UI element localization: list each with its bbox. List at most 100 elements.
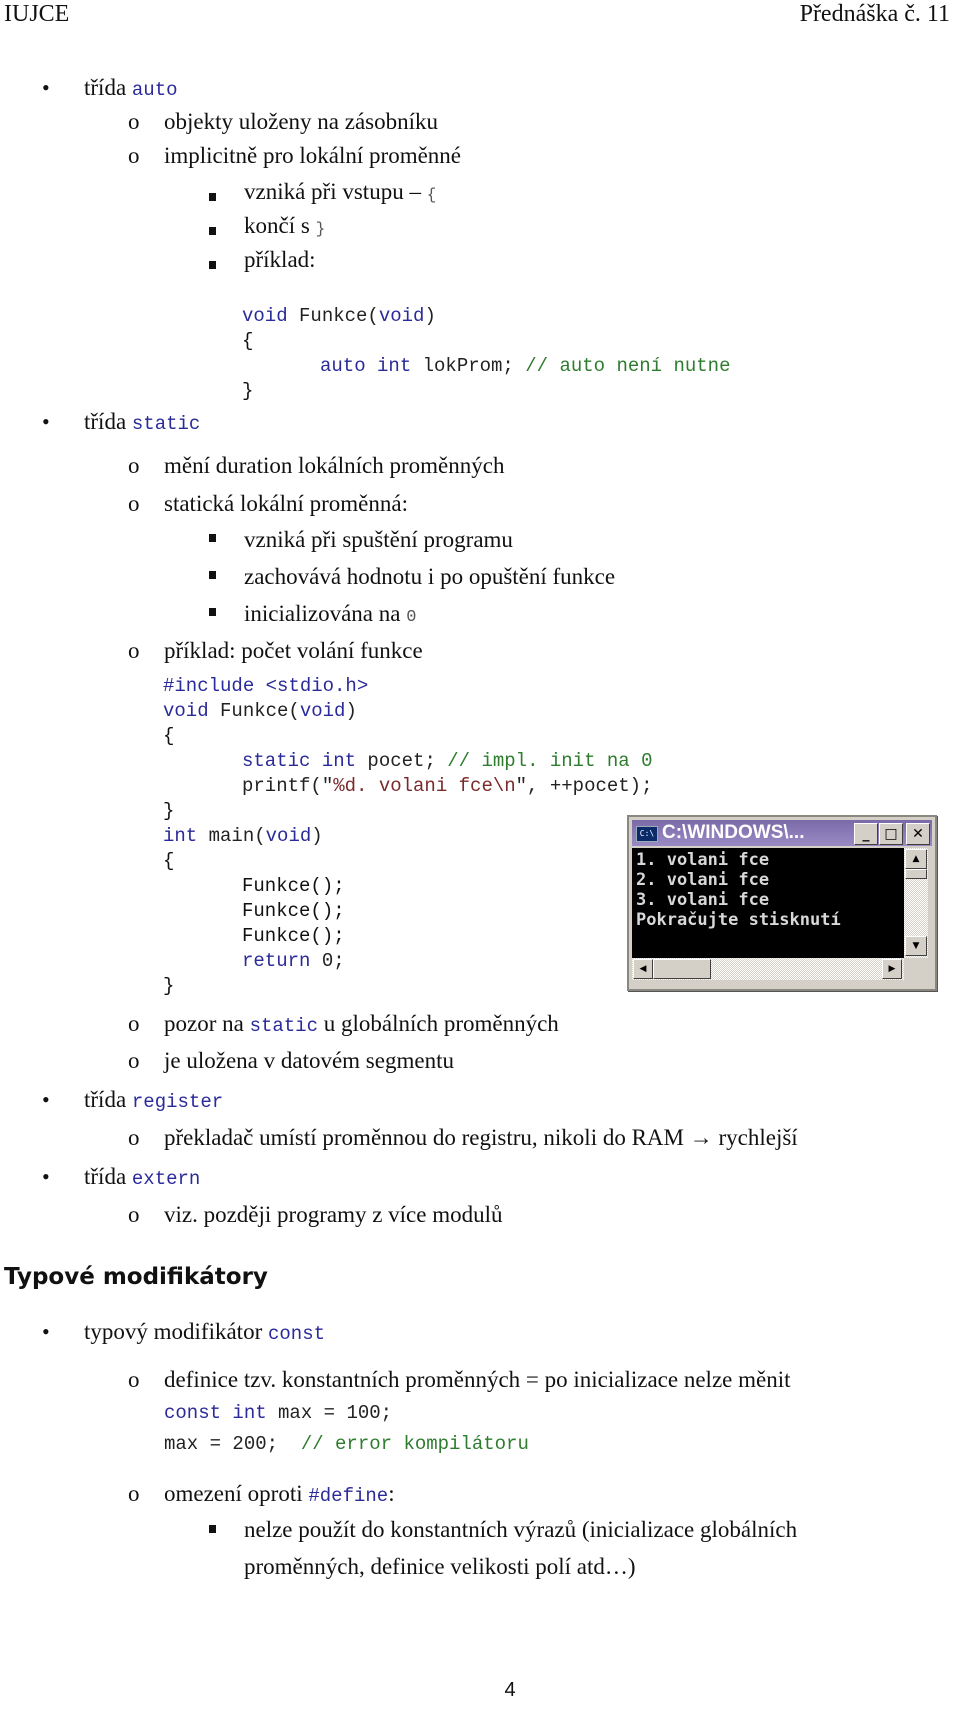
keyword: static (131, 413, 201, 435)
console-line: 1. volani fce (636, 850, 770, 870)
extern-item: viz. později programy z více modulů (164, 1202, 503, 1227)
bullet-icon: • (42, 1164, 50, 1189)
code-line: { (242, 330, 254, 352)
kw: void (265, 825, 312, 847)
code-line: int main(void) (163, 824, 323, 848)
comment: // error kompilátoru (300, 1433, 529, 1455)
static-sub-keep: zachovává hodnotu i po opuštění funkce (244, 564, 616, 589)
code: { (426, 186, 437, 204)
string: %d. volani fce\n (333, 775, 516, 797)
kw: void (242, 305, 288, 327)
console-window[interactable]: C:\ C:\WINDOWS\... _ □ ✕ 1. volani fce 2.… (627, 815, 937, 991)
scroll-down-button[interactable]: ▼ (905, 936, 927, 956)
square-bullet-icon (209, 1525, 216, 1533)
label: třída (84, 1087, 132, 1112)
static-item-local: statická lokální proměnná: (164, 491, 408, 516)
keyword: register (131, 1091, 224, 1113)
label: typový modifikátor (84, 1319, 268, 1344)
txt: ) (311, 825, 323, 847)
keyword: #define (308, 1485, 389, 1507)
kw: static int (242, 750, 357, 772)
scroll-up-button[interactable]: ▲ (905, 849, 927, 869)
txt: lokProm; (411, 355, 526, 377)
resize-grip-icon[interactable] (906, 960, 926, 980)
code-line: static int pocet; // impl. init na 0 (242, 749, 652, 773)
horizontal-scrollbar[interactable]: ◀ ▶ (632, 958, 904, 980)
console-titlebar[interactable]: C:\ C:\WINDOWS\... _ □ ✕ (632, 820, 932, 846)
square-bullet-icon (209, 193, 216, 201)
code-line: { (163, 850, 175, 872)
circle-bullet-icon: o (128, 1367, 140, 1392)
square-bullet-icon (209, 227, 216, 235)
minimize-button[interactable]: _ (854, 823, 878, 845)
txt: main( (197, 825, 266, 847)
maximize-button[interactable]: □ (879, 823, 903, 845)
auto-sub-example: příklad: (244, 247, 316, 272)
label: u globálních proměnných (318, 1011, 559, 1036)
square-bullet-icon (209, 608, 216, 616)
vertical-scrollbar[interactable]: ▲ ▼ (904, 848, 928, 958)
section-static: třída static (84, 408, 200, 438)
circle-bullet-icon: o (128, 1202, 140, 1227)
scroll-right-button[interactable]: ▶ (882, 959, 902, 979)
square-bullet-icon (209, 534, 216, 542)
txt: printf(" (242, 775, 334, 797)
kw: int (163, 825, 198, 847)
txt: ) (424, 305, 436, 327)
circle-bullet-icon: o (128, 1011, 140, 1036)
circle-bullet-icon: o (128, 453, 140, 478)
code-line: max = 200; // error kompilátoru (164, 1432, 529, 1456)
const-limit-item-cont: proměnných, definice velikosti polí atd…… (244, 1554, 636, 1579)
auto-sub-end: končí s } (244, 212, 325, 243)
label: : (388, 1481, 395, 1506)
auto-item-stack: objekty uloženy na zásobníku (164, 109, 439, 134)
circle-bullet-icon: o (128, 638, 140, 663)
circle-bullet-icon: o (128, 491, 140, 516)
register-item: překladač umístí proměnnou do registru, … (164, 1125, 798, 1150)
txt: ) (345, 700, 357, 722)
const-limit-item: nelze použít do konstantních výrazů (ini… (244, 1517, 798, 1542)
code: 0 (406, 608, 417, 627)
code-line: printf("%d. volani fce\n", ++pocet); (242, 774, 652, 798)
keyword: extern (131, 1168, 201, 1190)
bullet-icon: • (42, 1087, 50, 1112)
console-output: 1. volani fce 2. volani fce 3. volani fce P… (632, 848, 904, 958)
auto-item-implicit: implicitně pro lokální proměnné (164, 143, 462, 168)
code-line: Funkce(); (242, 900, 345, 922)
console-title: C:\WINDOWS\... (662, 822, 805, 843)
const-modifier: typový modifikátor const (84, 1318, 325, 1348)
label: končí s (244, 213, 316, 238)
console-line: 2. volani fce (636, 870, 770, 890)
label: třída (84, 1164, 132, 1189)
static-warning: pozor na static u globálních proměnných (164, 1010, 559, 1040)
comment: // auto není nutne (525, 355, 731, 377)
label: třída (84, 75, 132, 100)
header-course: IUJCE (4, 1, 70, 27)
code-line: const int max = 100; (164, 1401, 392, 1425)
code-line: void Funkce(void) (242, 304, 436, 328)
console-line: Pokračujte stisknutí (636, 910, 841, 930)
console-line: 3. volani fce (636, 890, 770, 910)
page-number: 4 (504, 1679, 516, 1701)
vertical-scroll-thumb[interactable] (905, 869, 927, 879)
static-sub-init: inicializována na 0 (244, 600, 416, 632)
circle-bullet-icon: o (128, 1125, 140, 1150)
static-item-duration: mění duration lokálních proměnných (164, 453, 505, 478)
circle-bullet-icon: o (128, 1481, 140, 1506)
auto-sub-enter: vzniká při vstupu – { (244, 178, 436, 209)
close-button[interactable]: ✕ (906, 823, 930, 845)
square-bullet-icon (209, 261, 216, 269)
header-lecture: Přednáška č. 11 (799, 1, 950, 27)
include: #include <stdio.h> (163, 675, 369, 697)
code-line: return 0; (242, 949, 345, 973)
kw: void (299, 700, 346, 722)
txt: pocet; (356, 750, 448, 772)
horizontal-scroll-thumb[interactable] (653, 959, 711, 979)
code-line: #include <stdio.h> (163, 674, 368, 698)
keyword: static (249, 1015, 318, 1037)
scroll-left-button[interactable]: ◀ (633, 959, 653, 979)
code-line: } (163, 800, 175, 822)
static-sub-start: vzniká při spuštění programu (244, 527, 513, 552)
txt: Funkce( (287, 305, 379, 327)
txt: max = 100; (266, 1402, 393, 1424)
